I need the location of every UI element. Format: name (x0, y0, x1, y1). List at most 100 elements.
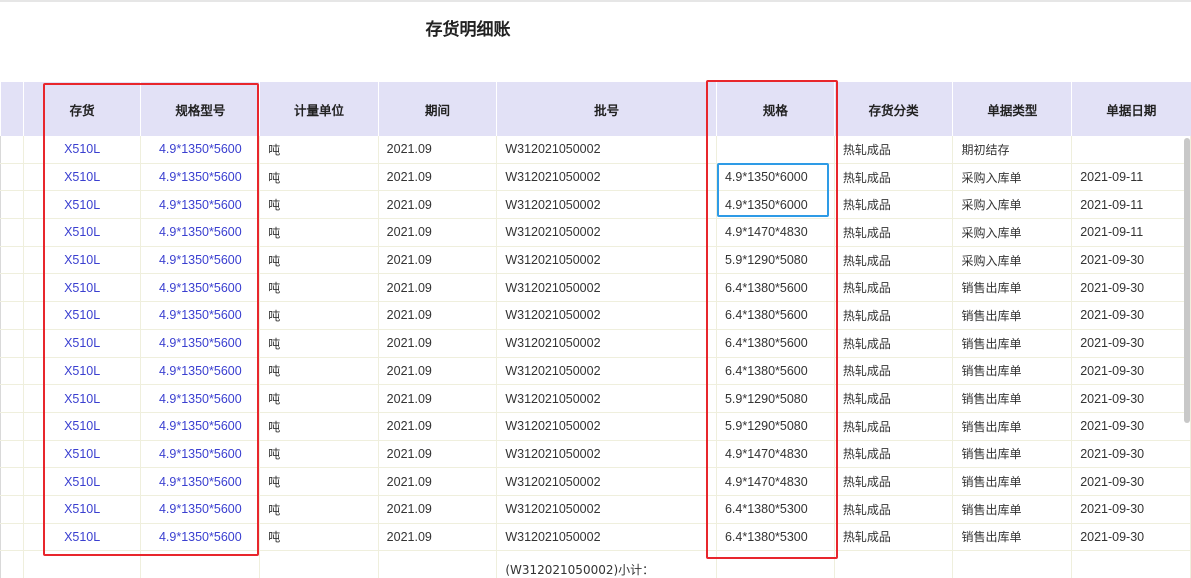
cell-batch: W312021050002 (496, 301, 717, 330)
cell-category: 热轧成品 (834, 495, 954, 524)
row-selector-cell (0, 329, 24, 358)
subtotal-cell (1071, 550, 1191, 578)
cell-unit: 吨 (259, 301, 379, 330)
row-selector-cell (0, 550, 24, 578)
cell-batch: W312021050002 (496, 329, 717, 358)
row-selector-cell (0, 163, 24, 192)
cell-doc-date: 2021-09-30 (1071, 301, 1191, 330)
row-selector-cell (0, 301, 24, 330)
cell-doc-date: 2021-09-11 (1071, 163, 1191, 192)
cell-category: 热轧成品 (834, 218, 954, 247)
cell-unit: 吨 (259, 357, 379, 386)
cell-doc-date: 2021-09-30 (1071, 384, 1191, 413)
row-selector-cell (0, 523, 24, 552)
row-selector-cell (0, 357, 24, 386)
cell-period: 2021.09 (378, 190, 498, 220)
row-selector-cell (0, 246, 24, 275)
cell-doc-type: 销售出库单 (952, 384, 1073, 413)
cell-category: 热轧成品 (834, 246, 954, 275)
cell-batch: W312021050002 (496, 467, 717, 496)
cell-batch: W312021050002 (496, 495, 717, 524)
header-category[interactable]: 存货分类 (833, 82, 953, 136)
subtotal-cell (378, 550, 498, 578)
cell-batch: W312021050002 (496, 384, 717, 413)
page-title: 存货明细账 (425, 20, 511, 40)
row-selector-cell (0, 190, 24, 220)
cell-unit: 吨 (259, 384, 379, 413)
row-selector-cell (0, 218, 24, 247)
header-row-select (0, 82, 24, 136)
cell-category: 热轧成品 (834, 190, 954, 220)
cell-category: 热轧成品 (834, 163, 954, 192)
cell-batch: W312021050002 (496, 163, 717, 192)
header-batch[interactable]: 批号 (496, 82, 717, 136)
cell-doc-date: 2021-09-11 (1071, 190, 1191, 220)
cell-period: 2021.09 (378, 163, 498, 192)
cell-doc-type: 销售出库单 (952, 329, 1073, 358)
cell-period: 2021.09 (378, 440, 498, 469)
cell-doc-date: 2021-09-30 (1071, 273, 1191, 303)
cell-unit: 吨 (259, 440, 379, 469)
top-border (0, 0, 1191, 2)
cell-doc-type: 采购入库单 (952, 190, 1073, 220)
row-selector-cell (0, 273, 24, 303)
cell-doc-date (1071, 136, 1191, 164)
subtotal-cell (834, 550, 954, 578)
subtotal-label: (W312021050002)小计： (496, 550, 717, 578)
row-selector-cell (0, 495, 24, 524)
cell-period: 2021.09 (378, 412, 498, 441)
cell-category: 热轧成品 (834, 136, 954, 164)
cell-doc-type: 销售出库单 (952, 357, 1073, 386)
cell-period: 2021.09 (378, 301, 498, 330)
row-selector-cell (0, 440, 24, 469)
subtotal-cell (259, 550, 379, 578)
cell-doc-date: 2021-09-30 (1071, 495, 1191, 524)
cell-doc-type: 销售出库单 (952, 495, 1073, 524)
cell-doc-type: 采购入库单 (952, 218, 1073, 247)
cell-category: 热轧成品 (834, 273, 954, 303)
header-unit[interactable]: 计量单位 (259, 82, 379, 136)
cell-doc-type: 采购入库单 (952, 163, 1073, 192)
cell-unit: 吨 (259, 136, 379, 164)
header-doc-type[interactable]: 单据类型 (952, 82, 1072, 136)
highlight-spec-column (706, 80, 838, 559)
cell-batch: W312021050002 (496, 273, 717, 303)
cell-unit: 吨 (259, 190, 379, 220)
cell-category: 热轧成品 (834, 467, 954, 496)
cell-doc-date: 2021-09-30 (1071, 412, 1191, 441)
cell-batch: W312021050002 (496, 523, 717, 552)
cell-category: 热轧成品 (834, 412, 954, 441)
cell-batch: W312021050002 (496, 412, 717, 441)
header-period[interactable]: 期间 (377, 82, 497, 136)
highlight-item-model-columns (43, 83, 259, 556)
header-doc-date[interactable]: 单据日期 (1071, 82, 1191, 136)
cell-category: 热轧成品 (834, 384, 954, 413)
cell-doc-date: 2021-09-30 (1071, 440, 1191, 469)
cell-unit: 吨 (259, 495, 379, 524)
cell-unit: 吨 (259, 329, 379, 358)
cell-period: 2021.09 (378, 136, 498, 164)
cell-unit: 吨 (259, 412, 379, 441)
cell-doc-type: 销售出库单 (952, 273, 1073, 303)
highlight-spec-mismatch (717, 163, 829, 217)
cell-doc-date: 2021-09-30 (1071, 467, 1191, 496)
cell-period: 2021.09 (378, 273, 498, 303)
cell-unit: 吨 (259, 467, 379, 496)
cell-period: 2021.09 (378, 384, 498, 413)
cell-batch: W312021050002 (496, 357, 717, 386)
cell-period: 2021.09 (378, 329, 498, 358)
cell-doc-type: 采购入库单 (952, 246, 1073, 275)
cell-doc-type: 期初结存 (952, 136, 1073, 164)
row-selector-cell (0, 467, 24, 496)
cell-category: 热轧成品 (834, 523, 954, 552)
vertical-scrollbar[interactable] (1184, 138, 1190, 423)
cell-doc-date: 2021-09-30 (1071, 329, 1191, 358)
cell-unit: 吨 (259, 218, 379, 247)
cell-category: 热轧成品 (834, 301, 954, 330)
cell-category: 热轧成品 (834, 440, 954, 469)
cell-batch: W312021050002 (496, 190, 717, 220)
cell-batch: W312021050002 (496, 246, 717, 275)
cell-period: 2021.09 (378, 246, 498, 275)
row-selector-cell (0, 136, 24, 164)
cell-category: 热轧成品 (834, 357, 954, 386)
